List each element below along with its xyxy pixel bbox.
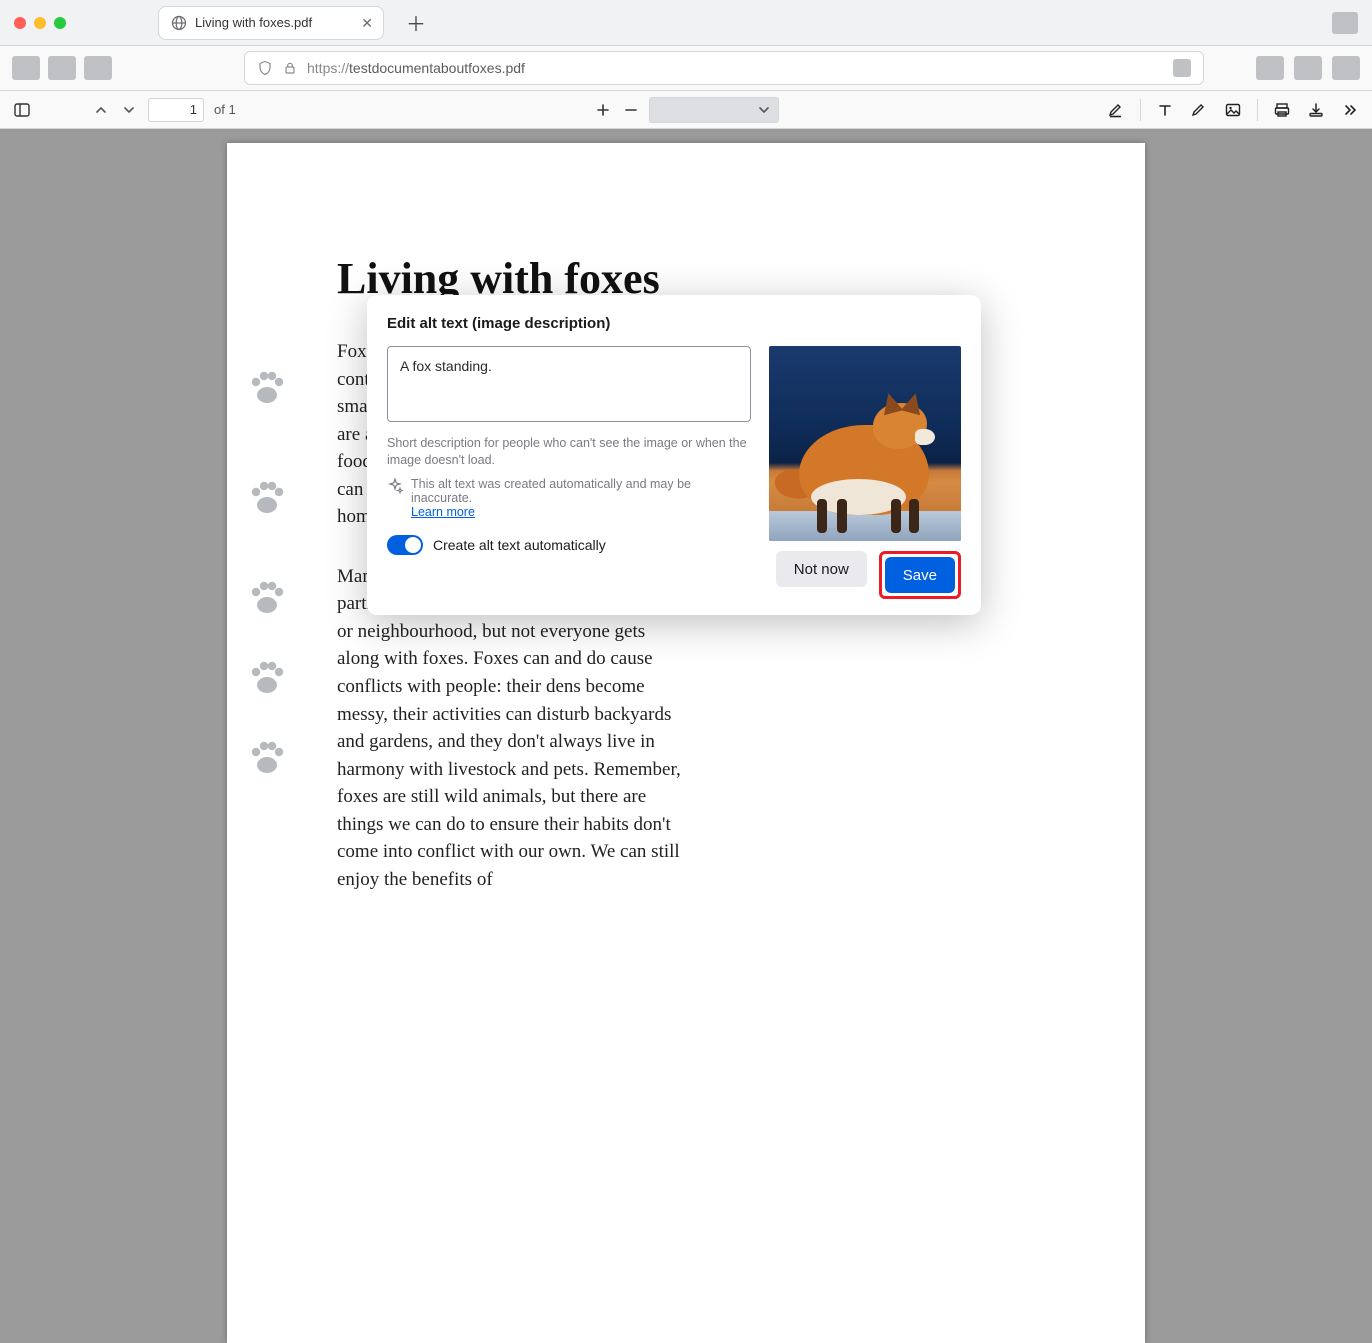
paw-icon: [245, 735, 289, 779]
alt-text-input[interactable]: [387, 346, 751, 422]
pdf-toolbar: 1 of 1: [0, 91, 1372, 129]
zoom-out-icon[interactable]: [621, 100, 641, 120]
paw-icon: [245, 575, 289, 619]
page-number-input[interactable]: 1: [148, 98, 204, 122]
image-tool-icon[interactable]: [1223, 100, 1243, 120]
tab-strip: Living with foxes.pdf ✕ ＋: [0, 0, 1372, 46]
pdf-right-tools: [1106, 99, 1360, 121]
nav-forward-placeholder[interactable]: [48, 56, 76, 80]
learn-more-link[interactable]: Learn more: [411, 505, 475, 519]
new-tab-button[interactable]: ＋: [406, 8, 426, 37]
download-icon[interactable]: [1306, 100, 1326, 120]
globe-icon: [171, 15, 187, 31]
nav-ext-placeholder-2[interactable]: [1294, 56, 1322, 80]
lock-icon: [283, 61, 297, 75]
shield-icon: [257, 60, 273, 76]
print-icon[interactable]: [1272, 100, 1292, 120]
sparkle-icon: [387, 478, 403, 494]
next-page-icon[interactable]: [120, 101, 138, 119]
more-tools-icon[interactable]: [1340, 100, 1360, 120]
tab-title: Living with foxes.pdf: [195, 15, 312, 30]
tabstrip-overflow-placeholder: [1332, 12, 1358, 34]
url-bar[interactable]: https://testdocumentaboutfoxes.pdf: [244, 51, 1204, 85]
chevron-down-icon: [758, 104, 770, 116]
zoom-controls: [593, 97, 779, 123]
zoom-in-icon[interactable]: [593, 100, 613, 120]
zoom-select[interactable]: [649, 97, 779, 123]
sidebar-toggle-icon[interactable]: [12, 100, 32, 120]
auto-alt-text-toggle[interactable]: [387, 535, 423, 555]
nav-ext-placeholder-1[interactable]: [1256, 56, 1284, 80]
highlight-icon[interactable]: [1106, 100, 1126, 120]
nav-menu-placeholder[interactable]: [1332, 56, 1360, 80]
auto-alt-text-label: Create alt text automatically: [433, 537, 606, 553]
window-traffic-lights: [14, 17, 66, 29]
window-close-icon[interactable]: [14, 17, 26, 29]
nav-reload-placeholder[interactable]: [84, 56, 112, 80]
tab-close-icon[interactable]: ✕: [361, 16, 373, 30]
nav-toolbar: https://testdocumentaboutfoxes.pdf: [0, 46, 1372, 91]
browser-tab[interactable]: Living with foxes.pdf ✕: [158, 6, 384, 40]
paw-icon: [245, 475, 289, 519]
url-action-placeholder[interactable]: [1173, 59, 1191, 77]
autogen-notice-row: This alt text was created automatically …: [387, 477, 751, 519]
save-button[interactable]: Save: [885, 557, 955, 593]
window-minimize-icon[interactable]: [34, 17, 46, 29]
alt-text-helper: Short description for people who can't s…: [387, 435, 751, 469]
save-button-highlight: Save: [879, 551, 961, 599]
nav-right-cluster: [1256, 56, 1360, 80]
paw-icon: [245, 365, 289, 409]
prev-page-icon[interactable]: [92, 101, 110, 119]
image-preview: [769, 346, 961, 541]
paw-icon: [245, 655, 289, 699]
page-total-label: of 1: [214, 102, 236, 117]
not-now-button[interactable]: Not now: [776, 551, 867, 587]
url-text: https://testdocumentaboutfoxes.pdf: [307, 60, 525, 76]
text-tool-icon[interactable]: [1155, 100, 1175, 120]
draw-tool-icon[interactable]: [1189, 100, 1209, 120]
autogen-notice-text: This alt text was created automatically …: [411, 477, 691, 505]
alt-text-dialog: Edit alt text (image description) Short …: [367, 295, 981, 615]
nav-back-placeholder[interactable]: [12, 56, 40, 80]
dialog-heading: Edit alt text (image description): [387, 315, 961, 332]
window-maximize-icon[interactable]: [54, 17, 66, 29]
